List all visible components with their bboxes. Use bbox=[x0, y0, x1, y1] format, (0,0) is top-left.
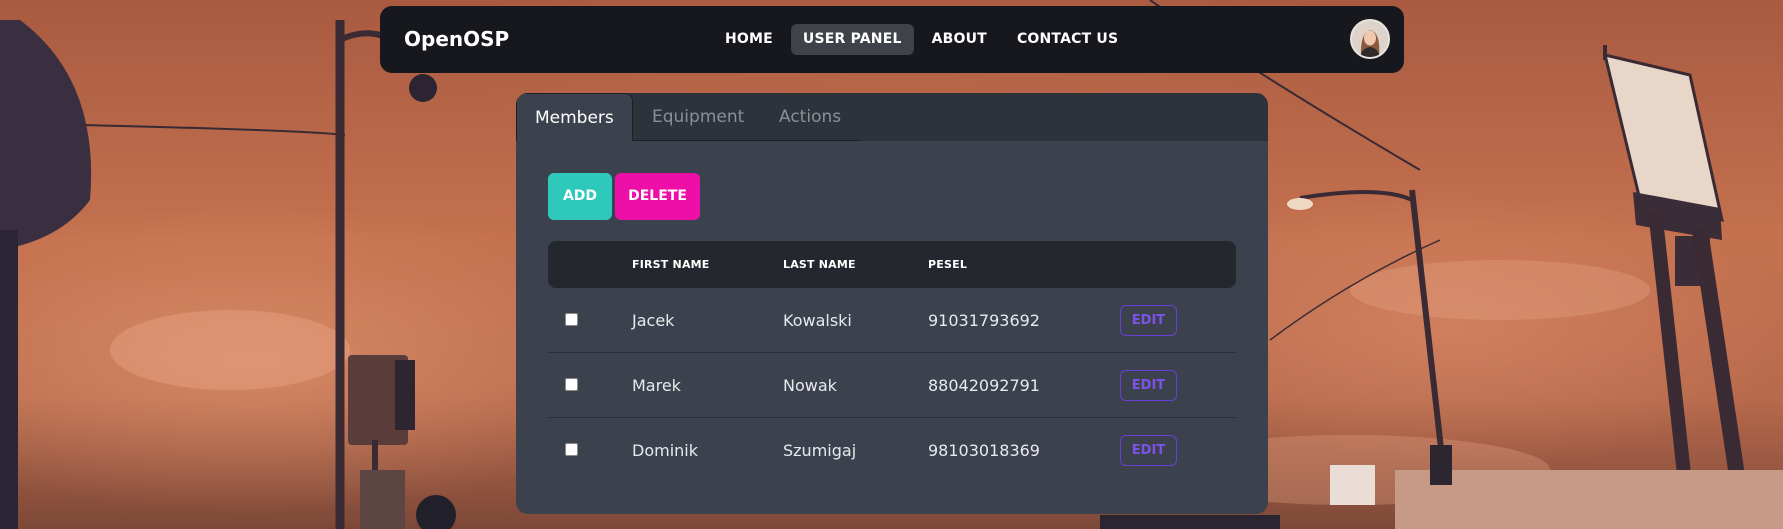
cell-first-name: Dominik bbox=[632, 441, 698, 460]
members-panel: Members Equipment Actions ADD DELETE FIR… bbox=[516, 93, 1268, 514]
cell-pesel: 91031793692 bbox=[928, 311, 1040, 330]
add-button[interactable]: ADD bbox=[548, 173, 612, 220]
row-checkbox[interactable] bbox=[565, 443, 578, 456]
tab-bar: Members Equipment Actions bbox=[516, 93, 1268, 141]
nav-link-about[interactable]: ABOUT bbox=[920, 24, 999, 55]
table-row: Dominik Szumigaj 98103018369 EDIT bbox=[548, 418, 1236, 483]
row-checkbox[interactable] bbox=[565, 378, 578, 391]
tab-actions[interactable]: Actions bbox=[779, 93, 841, 141]
table-header: FIRST NAME LAST NAME PESEL bbox=[548, 241, 1236, 288]
table-row: Marek Nowak 88042092791 EDIT bbox=[548, 353, 1236, 418]
tab-divider bbox=[632, 140, 862, 141]
edit-button[interactable]: EDIT bbox=[1120, 305, 1177, 336]
nav-links: HOME USER PANEL ABOUT CONTACT US bbox=[713, 24, 1130, 55]
cell-last-name: Kowalski bbox=[783, 311, 852, 330]
edit-button[interactable]: EDIT bbox=[1120, 370, 1177, 401]
cell-last-name: Szumigaj bbox=[783, 441, 857, 460]
cell-last-name: Nowak bbox=[783, 376, 837, 395]
edit-button[interactable]: EDIT bbox=[1120, 435, 1177, 466]
nav-link-contact-us[interactable]: CONTACT US bbox=[1005, 24, 1130, 55]
user-avatar-icon bbox=[1352, 21, 1388, 57]
delete-button[interactable]: DELETE bbox=[615, 173, 700, 220]
user-avatar[interactable] bbox=[1350, 19, 1390, 59]
row-checkbox[interactable] bbox=[565, 313, 578, 326]
column-header-pesel: PESEL bbox=[928, 258, 968, 271]
brand-logo-text[interactable]: OpenOSP bbox=[404, 6, 509, 73]
cell-pesel: 88042092791 bbox=[928, 376, 1040, 395]
table-row: Jacek Kowalski 91031793692 EDIT bbox=[548, 288, 1236, 353]
cell-first-name: Marek bbox=[632, 376, 681, 395]
cell-pesel: 98103018369 bbox=[928, 441, 1040, 460]
column-header-first-name: FIRST NAME bbox=[632, 258, 710, 271]
nav-link-user-panel[interactable]: USER PANEL bbox=[790, 24, 914, 55]
cell-first-name: Jacek bbox=[632, 311, 675, 330]
tab-members[interactable]: Members bbox=[516, 93, 633, 141]
top-navbar: OpenOSP HOME USER PANEL ABOUT CONTACT US bbox=[380, 6, 1404, 73]
column-header-last-name: LAST NAME bbox=[783, 258, 856, 271]
nav-link-home[interactable]: HOME bbox=[713, 24, 785, 55]
tab-equipment[interactable]: Equipment bbox=[652, 93, 744, 141]
